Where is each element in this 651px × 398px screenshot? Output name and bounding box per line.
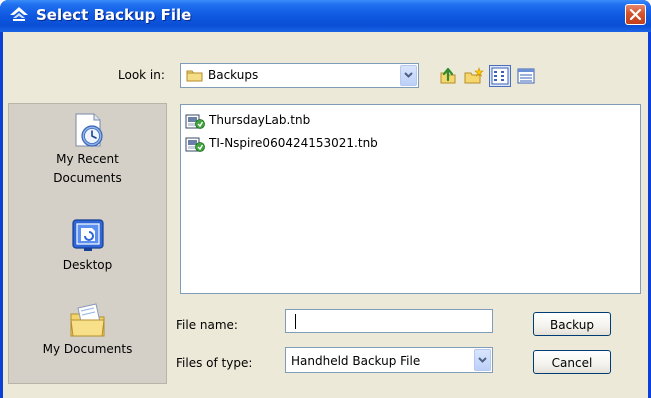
chevron-down-icon	[404, 72, 413, 78]
places-item-label: Documents	[53, 171, 122, 185]
my-documents-icon	[69, 303, 105, 337]
places-bar: My Recent Documents Desktop My Documents	[8, 103, 167, 384]
cancel-button[interactable]: Cancel	[533, 350, 611, 374]
list-view-button[interactable]	[489, 65, 511, 87]
details-view-button[interactable]	[515, 65, 537, 87]
close-icon	[629, 8, 642, 21]
look-in-label: Look in:	[118, 68, 165, 82]
file-name-input[interactable]	[285, 309, 493, 333]
desktop-icon	[71, 219, 104, 251]
up-one-level-icon	[440, 67, 456, 84]
file-name-label: File name:	[176, 318, 238, 332]
list-view-icon	[491, 67, 509, 85]
places-item-my-documents[interactable]: My Documents	[9, 300, 166, 359]
select-backup-file-dialog: Select Backup File Look in: Backups My R…	[0, 0, 651, 398]
places-item-label: Desktop	[62, 258, 113, 272]
window-title: Select Backup File	[36, 6, 192, 24]
tnb-file-icon	[185, 114, 205, 129]
file-list[interactable]: ThursdayLab.tnb TI-Nspire060424153021.tn…	[180, 104, 641, 294]
text-caret	[295, 314, 296, 329]
files-of-type-value: Handheld Backup File	[291, 354, 421, 368]
title-bar[interactable]: Select Backup File	[0, 0, 651, 32]
up-one-level-button[interactable]	[437, 65, 459, 87]
places-item-label: My Documents	[42, 342, 133, 356]
create-new-folder-icon	[464, 67, 484, 84]
app-icon	[10, 7, 28, 21]
close-button[interactable]	[625, 4, 646, 25]
dialog-client-area: Look in: Backups My Recent Documents Des…	[3, 32, 648, 398]
files-of-type-dropdown[interactable]: Handheld Backup File	[285, 347, 493, 373]
backup-button[interactable]: Backup	[533, 312, 611, 336]
details-view-icon	[517, 68, 535, 84]
places-item-desktop[interactable]: Desktop	[9, 216, 166, 275]
folder-icon	[186, 70, 203, 82]
look-in-dropdown[interactable]: Backups	[180, 63, 419, 88]
files-of-type-label: Files of type:	[176, 356, 253, 370]
tnb-file-icon	[185, 137, 205, 152]
look-in-value: Backups	[208, 68, 259, 82]
look-in-dropdown-arrow[interactable]	[400, 65, 417, 86]
file-name: TI-Nspire060424153021.tnb	[209, 136, 378, 150]
chevron-down-icon	[478, 357, 487, 363]
files-of-type-dropdown-arrow[interactable]	[474, 349, 491, 371]
places-item-label: My Recent	[56, 152, 119, 166]
create-new-folder-button[interactable]	[463, 65, 485, 87]
recent-documents-icon	[75, 113, 103, 147]
file-name: ThursdayLab.tnb	[209, 113, 311, 127]
places-item-my-recent-documents[interactable]: My Recent Documents	[9, 110, 166, 188]
